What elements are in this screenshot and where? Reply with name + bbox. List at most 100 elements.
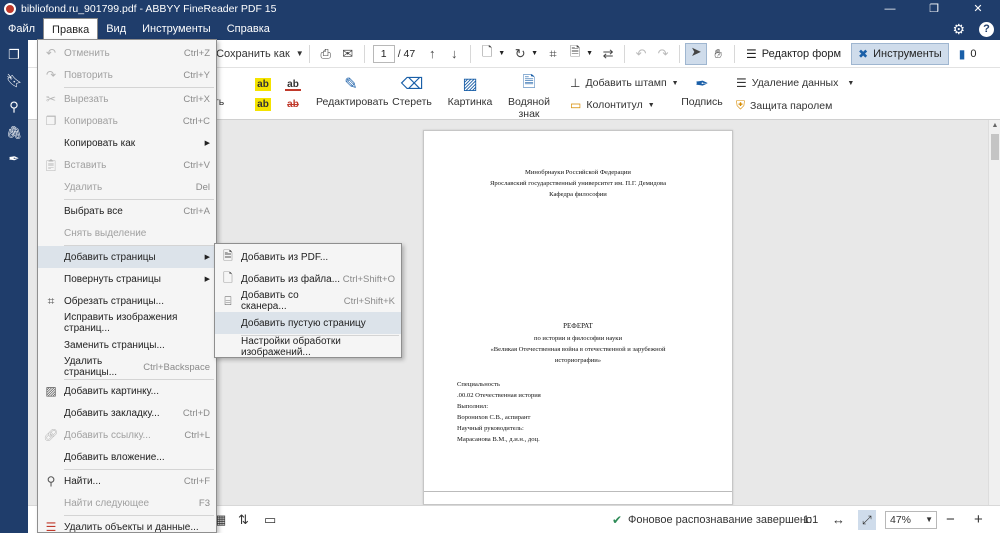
- highlight-button[interactable]: ab: [252, 72, 274, 96]
- doc-student: Воронихов С.В., аспирант: [457, 414, 531, 421]
- edit-menu: ↶ Отменить Ctrl+Z ↷ Повторить Ctrl+Y ✂ В…: [37, 39, 217, 533]
- menu-fix-page-images[interactable]: Исправить изображения страниц...: [38, 312, 216, 334]
- print-icon[interactable]: ⎙: [315, 46, 337, 62]
- attachment-icon[interactable]: 🖇︎: [0, 120, 28, 146]
- menu-add-attachment[interactable]: Добавить вложение...: [38, 446, 216, 468]
- highlight-yellow-button[interactable]: ab: [252, 98, 274, 111]
- maximize-button[interactable]: ❐: [912, 0, 956, 18]
- zoom-select[interactable]: 47% ▼: [885, 511, 937, 529]
- gear-icon[interactable]: ⚙: [952, 21, 965, 38]
- submenu-image-settings[interactable]: Настройки обработки изображений...: [215, 336, 401, 358]
- redo-icon[interactable]: ↷: [652, 46, 674, 62]
- hand-tool-icon[interactable]: ✋︎: [707, 46, 729, 62]
- arrow-down-icon[interactable]: ↓: [443, 46, 465, 61]
- strikethrough-button[interactable]: ab: [282, 98, 304, 111]
- arrow-up-icon[interactable]: ↑: [421, 46, 443, 61]
- dropdown-arrow-icon[interactable]: ▼: [531, 50, 538, 57]
- close-button[interactable]: ✕: [956, 0, 1000, 18]
- menu-redo[interactable]: ↷ Повторить Ctrl+Y: [38, 64, 216, 86]
- scrollbar-thumb[interactable]: [991, 134, 999, 160]
- menu-copy[interactable]: ❐ Копировать Ctrl+C: [38, 110, 216, 132]
- pages-panel-icon[interactable]: ❐: [0, 42, 28, 68]
- menu-find-next[interactable]: Найти следующее F3: [38, 492, 216, 514]
- menu-delete[interactable]: Удалить Del: [38, 176, 216, 198]
- submenu-add-from-scanner[interactable]: ⌸ Добавить со сканера... Ctrl+Shift+K: [215, 290, 401, 312]
- menu-crop-pages[interactable]: ⌗ Обрезать страницы...: [38, 290, 216, 312]
- erase-button[interactable]: ⌫ Стереть: [392, 72, 432, 108]
- menu-paste-shortcut: Ctrl+V: [183, 159, 210, 171]
- form-editor-button[interactable]: ☰ Редактор форм: [740, 43, 847, 65]
- fit-pages-icon[interactable]: ⇅: [238, 506, 249, 533]
- menu-replace-pages[interactable]: Заменить страницы...: [38, 334, 216, 356]
- menu-deselect[interactable]: Снять выделение: [38, 222, 216, 244]
- submenu-add-blank-page[interactable]: Добавить пустую страницу: [215, 312, 401, 334]
- picture-button[interactable]: ▨ Картинка: [446, 72, 494, 108]
- menu-find-next-label: Найти следующее: [64, 497, 150, 509]
- minimize-button[interactable]: —: [868, 0, 912, 18]
- zoom-in-icon[interactable]: +: [974, 506, 983, 533]
- fit-width-icon[interactable]: ↔: [832, 506, 845, 533]
- signature-button[interactable]: ✒ Подпись: [680, 72, 724, 108]
- doc-topic-line1: «Великая Отечественная война в отечестве…: [490, 346, 666, 353]
- watermark-button[interactable]: 🗎︎ Водяной знак: [498, 72, 560, 121]
- page-image-icon[interactable]: 🗎︎: [564, 43, 586, 65]
- picture-icon: ▨: [462, 76, 478, 93]
- menu-add-bookmark-label: Добавить закладку...: [64, 407, 160, 419]
- menu-rotate-pages[interactable]: Повернуть страницы ▶: [38, 268, 216, 290]
- menu-undo[interactable]: ↶ Отменить Ctrl+Z: [38, 42, 216, 64]
- menu-cut[interactable]: ✂ Вырезать Ctrl+X: [38, 88, 216, 110]
- menu-add-bookmark[interactable]: Добавить закладку... Ctrl+D: [38, 402, 216, 424]
- menu-add-picture[interactable]: ▨ Добавить картинку...: [38, 380, 216, 402]
- scroll-up-icon[interactable]: ▲: [989, 120, 1000, 132]
- export-icon[interactable]: ⇄: [597, 46, 619, 62]
- strikethrough-icon: ab: [287, 99, 299, 110]
- dropdown-arrow-icon: ▼: [847, 79, 855, 87]
- edit-button[interactable]: ✎ Редактировать: [316, 72, 389, 108]
- menu-paste[interactable]: 📋︎ Вставить Ctrl+V: [38, 154, 216, 176]
- add-stamp-button[interactable]: ⊥ Добавить штамп ▼: [570, 76, 679, 90]
- menu-select-all-label: Выбрать все: [64, 205, 123, 217]
- menu-find[interactable]: ⚲ Найти... Ctrl+F: [38, 470, 216, 492]
- underline-button[interactable]: ab: [282, 72, 304, 96]
- header-footer-button[interactable]: ▭ Колонтитул ▼: [570, 98, 655, 112]
- help-icon[interactable]: ?: [979, 21, 994, 37]
- add-page-icon[interactable]: 🗋︎: [476, 43, 498, 65]
- menu-delete-pages[interactable]: Удалить страницы... Ctrl+Backspace: [38, 356, 216, 378]
- select-pointer-icon[interactable]: ➤: [685, 42, 708, 65]
- password-protect-button[interactable]: ⛨ Защита паролем: [736, 98, 832, 113]
- fit-page-icon[interactable]: ⤢: [858, 510, 876, 530]
- bookmark-icon[interactable]: 🔖︎: [0, 68, 28, 94]
- menu-tools[interactable]: Инструменты: [134, 18, 219, 40]
- menu-file[interactable]: Файл: [0, 18, 43, 40]
- submenu-add-from-file[interactable]: 🗋︎ Добавить из файла... Ctrl+Shift+O: [215, 268, 401, 290]
- menu-add-link[interactable]: 🔗︎ Добавить ссылку... Ctrl+L: [38, 424, 216, 446]
- search-icon[interactable]: ⚲: [0, 94, 28, 120]
- menu-help[interactable]: Справка: [219, 18, 278, 40]
- zoom-value: 47%: [890, 514, 912, 526]
- page-number-input[interactable]: 1: [372, 44, 395, 63]
- signature-panel-icon[interactable]: ✒: [0, 146, 28, 172]
- menu-copy-as[interactable]: Копировать как ▶: [38, 132, 216, 154]
- menu-edit[interactable]: Правка: [43, 18, 99, 40]
- present-icon[interactable]: ▭: [264, 506, 276, 533]
- email-icon[interactable]: ✉: [337, 46, 359, 62]
- remove-data-button[interactable]: ☰ Удаление данных ▼: [736, 76, 854, 90]
- tools-button[interactable]: ✖ Инструменты: [851, 42, 949, 65]
- dropdown-arrow-icon[interactable]: ▼: [498, 50, 505, 57]
- submenu-add-from-pdf[interactable]: 🗎︎ Добавить из PDF...: [215, 246, 401, 268]
- undo-icon[interactable]: ↶: [630, 46, 652, 62]
- signature-label: Подпись: [681, 96, 723, 108]
- menu-select-all[interactable]: Выбрать все Ctrl+A: [38, 200, 216, 222]
- save-as-button[interactable]: Сохранить как ▼: [216, 40, 304, 68]
- rotate-icon[interactable]: ↻: [509, 46, 531, 62]
- actual-size-button[interactable]: 1:1: [803, 506, 818, 533]
- vertical-scrollbar[interactable]: ▲: [988, 120, 1000, 505]
- dropdown-arrow-icon[interactable]: ▼: [586, 50, 593, 57]
- menu-remove-objects[interactable]: ☰ Удалить объекты и данные...: [38, 516, 216, 533]
- menu-add-pages[interactable]: Добавить страницы ▶: [38, 246, 216, 268]
- crop-icon[interactable]: ⌗: [542, 46, 564, 62]
- zoom-out-icon[interactable]: −: [946, 506, 955, 533]
- comments-button[interactable]: ▮ 0: [953, 43, 983, 65]
- menu-view[interactable]: Вид: [98, 18, 134, 40]
- menu-find-label: Найти...: [64, 475, 101, 487]
